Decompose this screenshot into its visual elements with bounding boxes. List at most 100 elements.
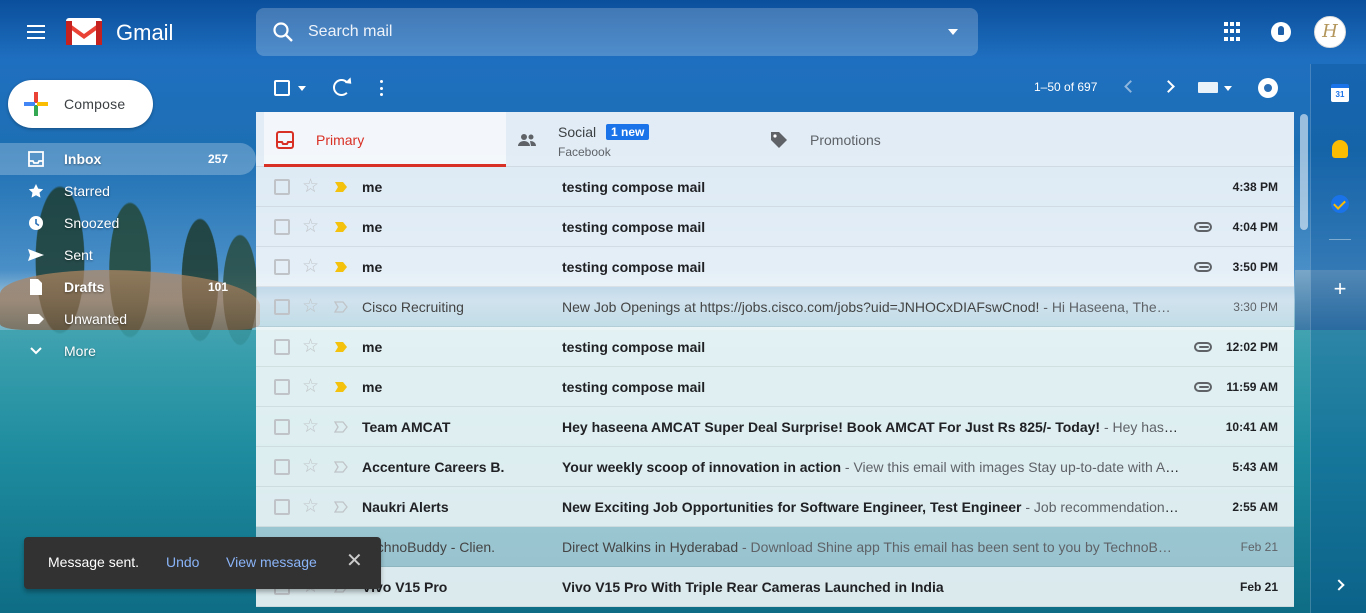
attachment-icon: [1194, 382, 1212, 392]
view-message-button[interactable]: View message: [226, 554, 317, 570]
important-marker-icon[interactable]: [334, 181, 348, 193]
important-marker-icon[interactable]: [334, 381, 348, 393]
draft-count: 101: [207, 280, 228, 294]
tasks-icon[interactable]: [1331, 195, 1349, 213]
close-icon[interactable]: ✕: [346, 551, 363, 571]
important-marker-icon[interactable]: [334, 221, 348, 233]
select-options-icon[interactable]: [298, 86, 306, 91]
email-time: 10:41 AM: [1225, 420, 1278, 434]
email-row[interactable]: ☆ me testing compose mail 3:50 PM: [256, 247, 1294, 287]
email-row[interactable]: ☆ Naukri Alerts New Exciting Job Opportuni…: [256, 487, 1294, 527]
email-row[interactable]: ☆ me testing compose mail 11:59 AM: [256, 367, 1294, 407]
email-sender: me: [362, 179, 383, 195]
star-icon[interactable]: ☆: [302, 176, 319, 196]
row-checkbox[interactable]: [274, 459, 290, 475]
expand-panel-icon[interactable]: [1333, 579, 1345, 591]
email-time: Feb 21: [1239, 580, 1278, 594]
row-checkbox[interactable]: [274, 299, 290, 315]
star-icon[interactable]: ☆: [302, 456, 319, 476]
row-checkbox[interactable]: [274, 259, 290, 275]
settings-gear-icon[interactable]: [1258, 78, 1278, 98]
row-checkbox[interactable]: [274, 379, 290, 395]
chevron-down-icon: [30, 347, 42, 355]
category-tabs: Primary Social 1 new Facebook Promotions: [256, 112, 1294, 167]
sidebar-item-snoozed[interactable]: Snoozed: [0, 207, 256, 239]
calendar-icon[interactable]: 31: [1331, 84, 1349, 102]
avatar[interactable]: H: [1314, 16, 1346, 48]
important-marker-icon[interactable]: [334, 261, 348, 273]
search-icon[interactable]: [272, 21, 294, 43]
tab-primary[interactable]: Primary: [264, 112, 506, 167]
email-row[interactable]: ☆ me testing compose mail 4:38 PM: [256, 167, 1294, 207]
search-options-icon[interactable]: [948, 29, 958, 35]
email-time: 11:59 AM: [1226, 380, 1278, 394]
mail-panel: Primary Social 1 new Facebook Promotions…: [256, 112, 1294, 613]
email-row[interactable]: ☆ me testing compose mail 4:04 PM: [256, 207, 1294, 247]
label-icon: [28, 314, 44, 324]
email-row[interactable]: ☆ Cisco Recruiting New Job Openings at htt…: [256, 287, 1294, 327]
star-icon[interactable]: ☆: [302, 376, 319, 396]
undo-button[interactable]: Undo: [166, 554, 199, 570]
notifications-icon[interactable]: [1271, 22, 1291, 42]
star-icon[interactable]: ☆: [302, 216, 319, 236]
compose-button[interactable]: Compose: [8, 80, 153, 128]
email-sender: me: [362, 259, 383, 275]
important-marker-icon[interactable]: [334, 421, 348, 433]
email-row[interactable]: ☆ me testing compose mail 12:02 PM: [256, 327, 1294, 367]
input-tools-icon[interactable]: [1198, 82, 1218, 93]
email-sender: Naukri Alerts: [362, 499, 449, 515]
star-icon[interactable]: ☆: [302, 336, 319, 356]
email-sender: TechnoBuddy - Clien.: [362, 539, 496, 555]
important-marker-icon[interactable]: [334, 301, 348, 313]
email-row[interactable]: ☆TechnoBuddy - Clien.Direct Walkins in H…: [256, 527, 1294, 567]
search-bar[interactable]: [256, 8, 978, 56]
important-marker-icon[interactable]: [334, 461, 348, 473]
sidebar-item-sent[interactable]: Sent: [0, 239, 256, 271]
google-apps-icon[interactable]: [1224, 22, 1244, 42]
sidebar-item-more[interactable]: More: [0, 335, 256, 367]
scrollbar[interactable]: [1298, 112, 1310, 613]
email-subject: testing compose mail: [562, 379, 706, 395]
sidebar-item-unwanted[interactable]: Unwanted: [0, 303, 256, 335]
email-row[interactable]: ☆ Accenture Careers B. Your weekly scoop o…: [256, 447, 1294, 487]
tab-promotions[interactable]: Promotions: [758, 112, 1010, 167]
important-marker-icon[interactable]: [334, 501, 348, 513]
new-badge: 1 new: [606, 124, 650, 140]
star-icon[interactable]: ☆: [302, 416, 319, 436]
select-all-checkbox[interactable]: [274, 80, 290, 96]
star-icon: [28, 184, 44, 198]
input-tools-dropdown-icon[interactable]: [1224, 86, 1232, 91]
divider: [1329, 239, 1351, 240]
people-icon: [518, 134, 536, 146]
email-row[interactable]: ☆Vivo V15 ProVivo V15 Pro With Triple Re…: [256, 567, 1294, 607]
tab-social[interactable]: Social 1 new Facebook: [506, 112, 758, 167]
row-checkbox[interactable]: [274, 179, 290, 195]
tab-sublabel: Facebook: [558, 145, 611, 159]
main-menu-icon[interactable]: [20, 16, 52, 48]
email-row[interactable]: ☆ Team AMCAT Hey haseena AMCAT Super Deal …: [256, 407, 1294, 447]
email-time: 3:50 PM: [1232, 260, 1278, 274]
add-addon-icon[interactable]: +: [1331, 278, 1349, 300]
email-sender: Team AMCAT: [362, 419, 451, 435]
star-icon[interactable]: ☆: [302, 256, 319, 276]
star-icon[interactable]: ☆: [302, 496, 319, 516]
scrollbar-thumb[interactable]: [1300, 114, 1308, 230]
newer-page-icon[interactable]: [1124, 80, 1137, 93]
sidebar-item-inbox[interactable]: Inbox 257: [0, 143, 256, 175]
refresh-icon[interactable]: [333, 79, 350, 96]
older-page-icon[interactable]: [1162, 80, 1175, 93]
row-checkbox[interactable]: [274, 499, 290, 515]
keep-icon[interactable]: [1332, 140, 1348, 158]
row-checkbox[interactable]: [274, 339, 290, 355]
email-subject: New Job Openings at https://jobs.cisco.c…: [562, 299, 1040, 315]
row-checkbox[interactable]: [274, 219, 290, 235]
star-icon[interactable]: ☆: [302, 296, 319, 316]
search-input[interactable]: [308, 20, 928, 44]
more-options-icon[interactable]: [380, 80, 384, 96]
email-sender: Vivo V15 Pro: [362, 579, 448, 595]
app-name: Gmail: [116, 20, 174, 45]
sidebar-item-drafts[interactable]: Drafts 101: [0, 271, 256, 303]
sidebar-item-starred[interactable]: Starred: [0, 175, 256, 207]
important-marker-icon[interactable]: [334, 341, 348, 353]
row-checkbox[interactable]: [274, 419, 290, 435]
